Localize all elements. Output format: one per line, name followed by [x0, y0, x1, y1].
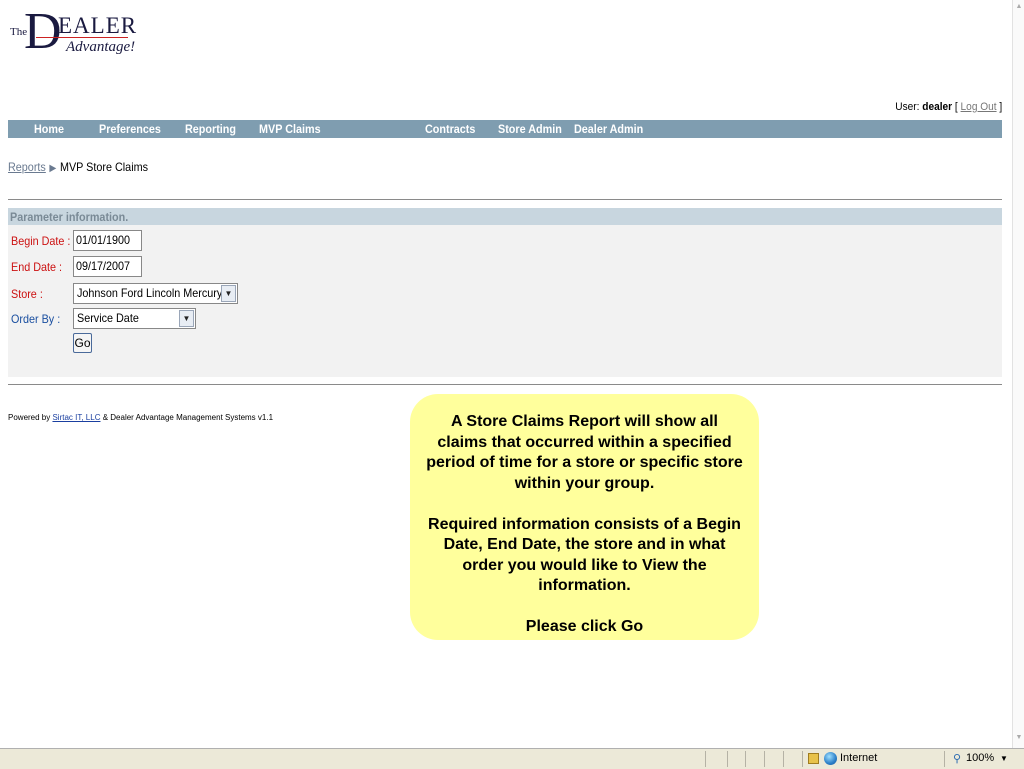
bracket-open: [	[951, 101, 961, 113]
triangle-right-icon: ▶	[49, 163, 57, 174]
status-divider	[764, 751, 765, 767]
logo-ealer: EALER	[58, 13, 138, 38]
scroll-down-icon[interactable]: ▼	[1014, 732, 1024, 744]
callout-paragraph-2: Required information consists of a Begin…	[428, 515, 741, 595]
parameter-panel: Begin Date : 01/01/1900 End Date : 09/17…	[8, 225, 1002, 377]
logo-underline	[36, 37, 128, 38]
store-select[interactable]: Johnson Ford Lincoln Mercury ▼	[73, 283, 238, 304]
nav-contracts[interactable]: Contracts	[425, 122, 475, 136]
user-info: User: dealer [ Log Out ]	[895, 101, 1002, 113]
divider-bottom	[8, 384, 1002, 385]
status-divider	[802, 751, 803, 767]
breadcrumb-current: MVP Store Claims	[59, 160, 148, 174]
end-date-label: End Date :	[11, 260, 63, 274]
breadcrumb: Reports ▶ MVP Store Claims	[8, 160, 148, 174]
status-divider	[944, 751, 945, 767]
nav-reporting[interactable]: Reporting	[185, 122, 236, 136]
nav-store-admin[interactable]: Store Admin	[498, 122, 562, 136]
bracket-close: ]	[996, 101, 1002, 113]
store-label: Store :	[11, 287, 43, 301]
chevron-down-icon[interactable]: ▼	[179, 310, 194, 327]
magnifier-icon[interactable]: ⚲	[953, 752, 961, 765]
callout-paragraph-1: A Store Claims Report will show all clai…	[426, 413, 743, 492]
user-prefix: User:	[895, 101, 923, 113]
logo: The D EALER Advantage!	[0, 0, 140, 70]
callout-text: A Store Claims Report will show all clai…	[424, 412, 745, 658]
status-divider	[783, 751, 784, 767]
scroll-up-icon[interactable]: ▲	[1014, 1, 1024, 13]
user-name: dealer	[922, 101, 952, 113]
status-bar: Internet ⚲ 100% ▼	[0, 748, 1024, 769]
end-date-value: 09/17/2007	[76, 259, 131, 273]
end-date-input[interactable]: 09/17/2007	[73, 256, 142, 277]
begin-date-value: 01/01/1900	[76, 233, 131, 247]
powered-prefix: Powered by	[8, 413, 53, 422]
nav-home[interactable]: Home	[34, 122, 64, 136]
zoom-dropdown-icon[interactable]: ▼	[1000, 754, 1008, 763]
begin-date-label: Begin Date :	[11, 234, 71, 248]
nav-preferences[interactable]: Preferences	[99, 122, 161, 136]
begin-date-input[interactable]: 01/01/1900	[73, 230, 142, 251]
divider-top	[8, 199, 1002, 200]
powered-suffix: & Dealer Advantage Management Systems v1…	[100, 413, 274, 422]
vertical-scrollbar[interactable]: ▲ ▼	[1012, 0, 1024, 748]
callout-paragraph-3: Please click Go	[525, 618, 644, 635]
go-button[interactable]: Go	[73, 333, 92, 353]
order-by-select-value: Service Date	[77, 311, 139, 325]
zoom-level[interactable]: 100%	[966, 752, 994, 764]
logo-advantage: Advantage!	[66, 39, 136, 55]
nav-mvp-claims[interactable]: MVP Claims	[259, 122, 321, 136]
help-callout: A Store Claims Report will show all clai…	[410, 394, 759, 640]
zone-label: Internet	[840, 752, 878, 764]
protected-mode-icon[interactable]	[808, 753, 819, 764]
logo-d: D	[24, 3, 62, 60]
status-divider	[727, 751, 728, 767]
order-by-label: Order By :	[11, 312, 61, 326]
logout-link[interactable]: Log Out	[960, 101, 996, 113]
chevron-down-icon[interactable]: ▼	[221, 285, 236, 302]
nav-bar: Home Preferences Reporting MVP Claims Co…	[8, 120, 1002, 138]
parameter-header-title: Parameter information.	[10, 210, 129, 224]
breadcrumb-reports-link[interactable]: Reports	[8, 160, 46, 174]
sirtac-link[interactable]: Sirtac IT, LLC	[52, 413, 100, 422]
powered-by: Powered by Sirtac IT, LLC & Dealer Advan…	[8, 413, 273, 422]
nav-dealer-admin[interactable]: Dealer Admin	[574, 122, 643, 136]
globe-icon	[824, 752, 837, 765]
store-select-value: Johnson Ford Lincoln Mercury	[77, 286, 223, 300]
parameter-header: Parameter information.	[8, 208, 1002, 225]
order-by-select[interactable]: Service Date ▼	[73, 308, 196, 329]
status-divider	[705, 751, 706, 767]
status-divider	[745, 751, 746, 767]
